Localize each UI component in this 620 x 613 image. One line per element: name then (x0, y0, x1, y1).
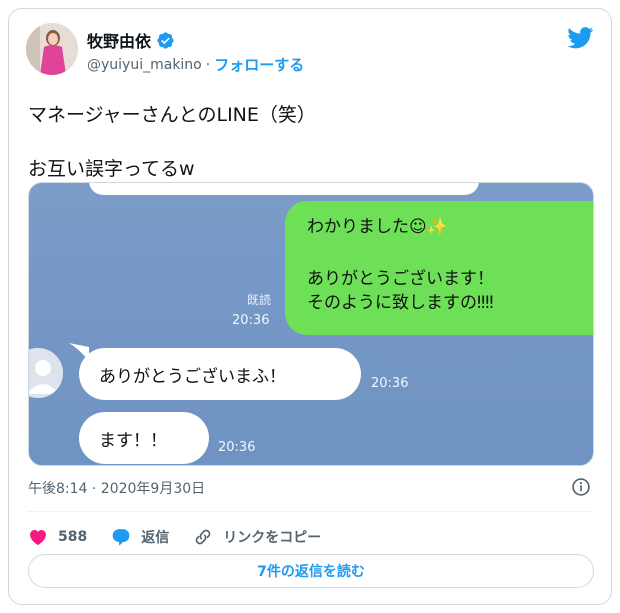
heart-icon (30, 530, 46, 545)
verified-badge-icon (157, 31, 174, 49)
friend-message-2: ます！！ (99, 431, 167, 451)
divider (28, 511, 592, 512)
twitter-bird-icon[interactable] (567, 27, 594, 49)
tweet-text-line2: お互い誤字ってるw (28, 158, 195, 180)
tweet-card: 牧野由依 @yuiyui_makino · フォローする マネージャーさんとのL… (8, 8, 612, 605)
copy-link-label: リンクをコピー (223, 530, 322, 546)
friend-message-time-1: 20:36 (371, 376, 409, 391)
like-button[interactable]: 588 (28, 527, 87, 547)
reply-bubble-icon (112, 529, 130, 546)
author-name[interactable]: 牧野由依 (87, 28, 175, 52)
info-icon[interactable] (571, 477, 591, 497)
friend-chat-bubble-1: ありがとうございまふ！ (79, 348, 361, 400)
tweet-text-line1: マネージャーさんとのLINE（笑） (28, 104, 316, 126)
friend-avatar-icon (29, 348, 63, 398)
my-chat-bubble: わかりました☺✨ ありがとうございます！ そのように致しますの‼‼ (285, 201, 593, 335)
friend-chat-bubble-2: ます！！ (79, 412, 209, 464)
reply-button[interactable]: 返信 (111, 527, 169, 547)
friend-message-1: ありがとうございまふ！ (99, 367, 286, 387)
link-icon (195, 529, 211, 545)
author-avatar[interactable] (26, 23, 78, 75)
separator-dot: · (205, 56, 211, 73)
author-handle[interactable]: @yuiyui_makino (87, 57, 202, 73)
author-name-text[interactable]: 牧野由依 (87, 28, 151, 52)
my-message-line1: わかりました☺✨ (307, 217, 448, 237)
my-message-line2: ありがとうございます！ (307, 269, 494, 289)
partial-chat-bubble (89, 183, 479, 195)
tweet-timestamp[interactable]: 午後8:14 · 2020年9月30日 (28, 478, 205, 498)
tweet-photo[interactable]: わかりました☺✨ ありがとうございます！ そのように致しますの‼‼ 既読 20:… (28, 182, 594, 466)
my-message-time: 20:36 (232, 313, 270, 328)
friend-message-time-2: 20:36 (218, 440, 256, 455)
like-count: 588 (58, 529, 88, 545)
tweet-actions: 588 返信 リンクをコピー (28, 522, 345, 552)
handle-row: @yuiyui_makino · フォローする (87, 54, 304, 75)
read-receipt: 既読 (247, 293, 272, 307)
my-message-line3: そのように致しますの‼‼ (307, 293, 494, 313)
read-replies-label: 7件の返信を読む (257, 564, 365, 580)
copy-link-button[interactable]: リンクをコピー (193, 527, 321, 547)
reply-label: 返信 (141, 530, 170, 546)
read-replies-button[interactable]: 7件の返信を読む (28, 554, 594, 588)
follow-button[interactable]: フォローする (214, 54, 304, 75)
